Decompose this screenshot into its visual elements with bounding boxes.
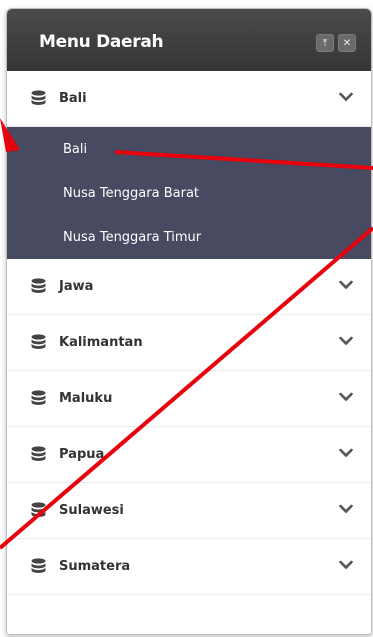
menu-item-papua[interactable]: Papua <box>7 427 371 483</box>
database-icon <box>31 502 46 517</box>
menu-item-label: Sulawesi <box>59 503 124 518</box>
menu-item-label: Sumatera <box>59 559 131 574</box>
database-icon <box>31 390 46 405</box>
menu-item-kalimantan[interactable]: Kalimantan <box>7 315 371 371</box>
menu-item-jawa[interactable]: Jawa <box>7 259 371 315</box>
chevron-down-icon[interactable] <box>339 92 353 102</box>
menu-item-label: Kalimantan <box>59 335 143 350</box>
menu-item-label: Bali <box>59 91 87 106</box>
database-icon <box>31 558 46 573</box>
menu-item-label: Jawa <box>59 279 94 294</box>
submenu-item-nusa-tenggara-barat[interactable]: Nusa Tenggara Barat <box>7 171 371 215</box>
panel-title: Menu Daerah <box>39 32 164 52</box>
submenu-item-nusa-tenggara-timur[interactable]: Nusa Tenggara Timur <box>7 215 371 259</box>
chevron-down-icon[interactable] <box>339 504 353 514</box>
submenu-item-label: Bali <box>63 142 88 157</box>
menu-daerah-panel: Menu Daerah ⤒ ✕ Bali Bali Nusa Tenggara … <box>6 8 372 635</box>
menu-item-sulawesi[interactable]: Sulawesi <box>7 483 371 539</box>
submenu-item-label: Nusa Tenggara Barat <box>63 186 200 201</box>
panel-header: Menu Daerah ⤒ ✕ <box>7 9 371 71</box>
chevron-down-icon[interactable] <box>339 280 353 290</box>
menu-item-label: Maluku <box>59 391 113 406</box>
database-icon <box>31 278 46 293</box>
submenu-item-bali[interactable]: Bali <box>7 127 371 171</box>
database-icon <box>31 90 46 105</box>
region-menu: Bali Bali Nusa Tenggara Barat Nusa Tengg… <box>7 71 371 595</box>
close-icon[interactable]: ✕ <box>338 34 356 52</box>
pin-icon[interactable]: ⤒ <box>316 34 334 52</box>
menu-item-bali[interactable]: Bali <box>7 71 371 127</box>
chevron-down-icon[interactable] <box>339 560 353 570</box>
chevron-down-icon[interactable] <box>339 336 353 346</box>
chevron-down-icon[interactable] <box>339 448 353 458</box>
database-icon <box>31 446 46 461</box>
menu-item-sumatera[interactable]: Sumatera <box>7 539 371 595</box>
chevron-down-icon[interactable] <box>339 392 353 402</box>
database-icon <box>31 334 46 349</box>
menu-item-label: Papua <box>59 447 105 462</box>
submenu-bali: Bali Nusa Tenggara Barat Nusa Tenggara T… <box>7 127 371 259</box>
submenu-item-label: Nusa Tenggara Timur <box>63 230 202 245</box>
menu-item-maluku[interactable]: Maluku <box>7 371 371 427</box>
